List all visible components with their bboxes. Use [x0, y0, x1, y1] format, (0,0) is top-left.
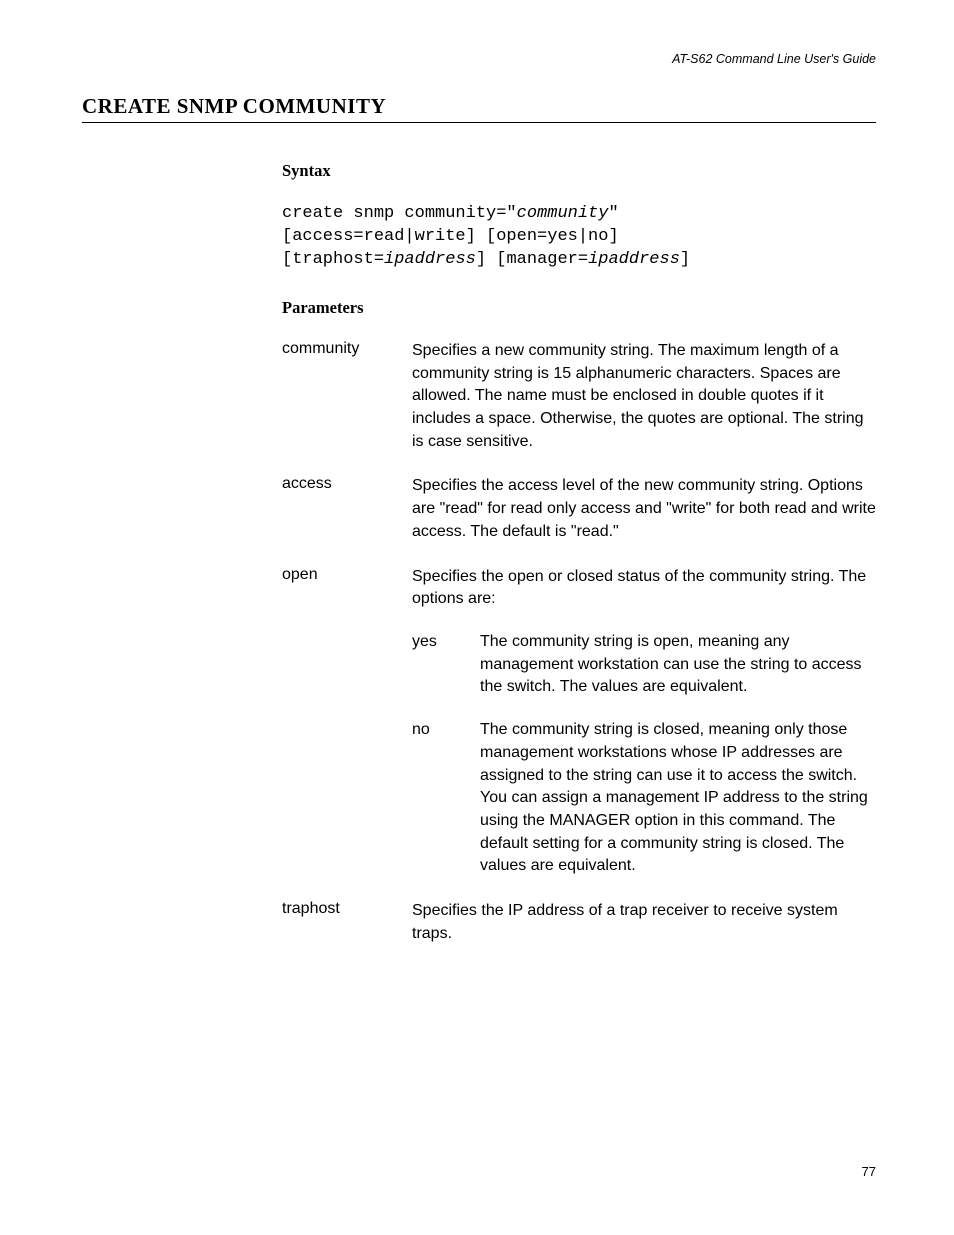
param-row-access: access Specifies the access level of the…	[282, 475, 876, 543]
syntax-text: ] [manager=	[476, 250, 588, 269]
sub-desc: The community string is open, meaning an…	[480, 631, 876, 699]
syntax-placeholder: ipaddress	[588, 250, 680, 269]
parameters-heading: Parameters	[282, 298, 876, 318]
param-desc: Specifies the IP address of a trap recei…	[412, 900, 876, 945]
syntax-code: create snmp community="community" [acces…	[282, 203, 876, 272]
syntax-text: [traphost=	[282, 250, 384, 269]
param-desc: Specifies the open or closed status of t…	[412, 566, 876, 879]
content-block: Syntax create snmp community="community"…	[282, 161, 876, 946]
syntax-text: "	[608, 204, 618, 223]
param-desc-text: Specifies the open or closed status of t…	[412, 568, 866, 608]
param-name: open	[282, 566, 412, 584]
param-desc: Specifies the access level of the new co…	[412, 475, 876, 543]
sub-desc: The community string is closed, meaning …	[480, 719, 876, 878]
sub-name: yes	[412, 631, 480, 654]
syntax-text: create snmp community="	[282, 204, 517, 223]
parameters-table: community Specifies a new community stri…	[282, 340, 876, 946]
sub-row-no: no The community string is closed, meani…	[412, 719, 876, 878]
running-header: AT-S62 Command Line User's Guide	[82, 52, 876, 66]
sub-row-yes: yes The community string is open, meanin…	[412, 631, 876, 699]
page-title: CREATE SNMP COMMUNITY	[82, 94, 876, 123]
param-row-open: open Specifies the open or closed status…	[282, 566, 876, 879]
page-number: 77	[862, 1164, 876, 1179]
syntax-text: ]	[680, 250, 690, 269]
param-desc: Specifies a new community string. The ma…	[412, 340, 876, 454]
syntax-text: [access=read|write] [open=yes|no]	[282, 227, 619, 246]
param-name: traphost	[282, 900, 412, 918]
syntax-placeholder: ipaddress	[384, 250, 476, 269]
param-name: community	[282, 340, 412, 358]
param-name: access	[282, 475, 412, 493]
syntax-placeholder: community	[517, 204, 609, 223]
param-row-community: community Specifies a new community stri…	[282, 340, 876, 454]
sub-name: no	[412, 719, 480, 742]
param-row-traphost: traphost Specifies the IP address of a t…	[282, 900, 876, 945]
syntax-heading: Syntax	[282, 161, 876, 181]
